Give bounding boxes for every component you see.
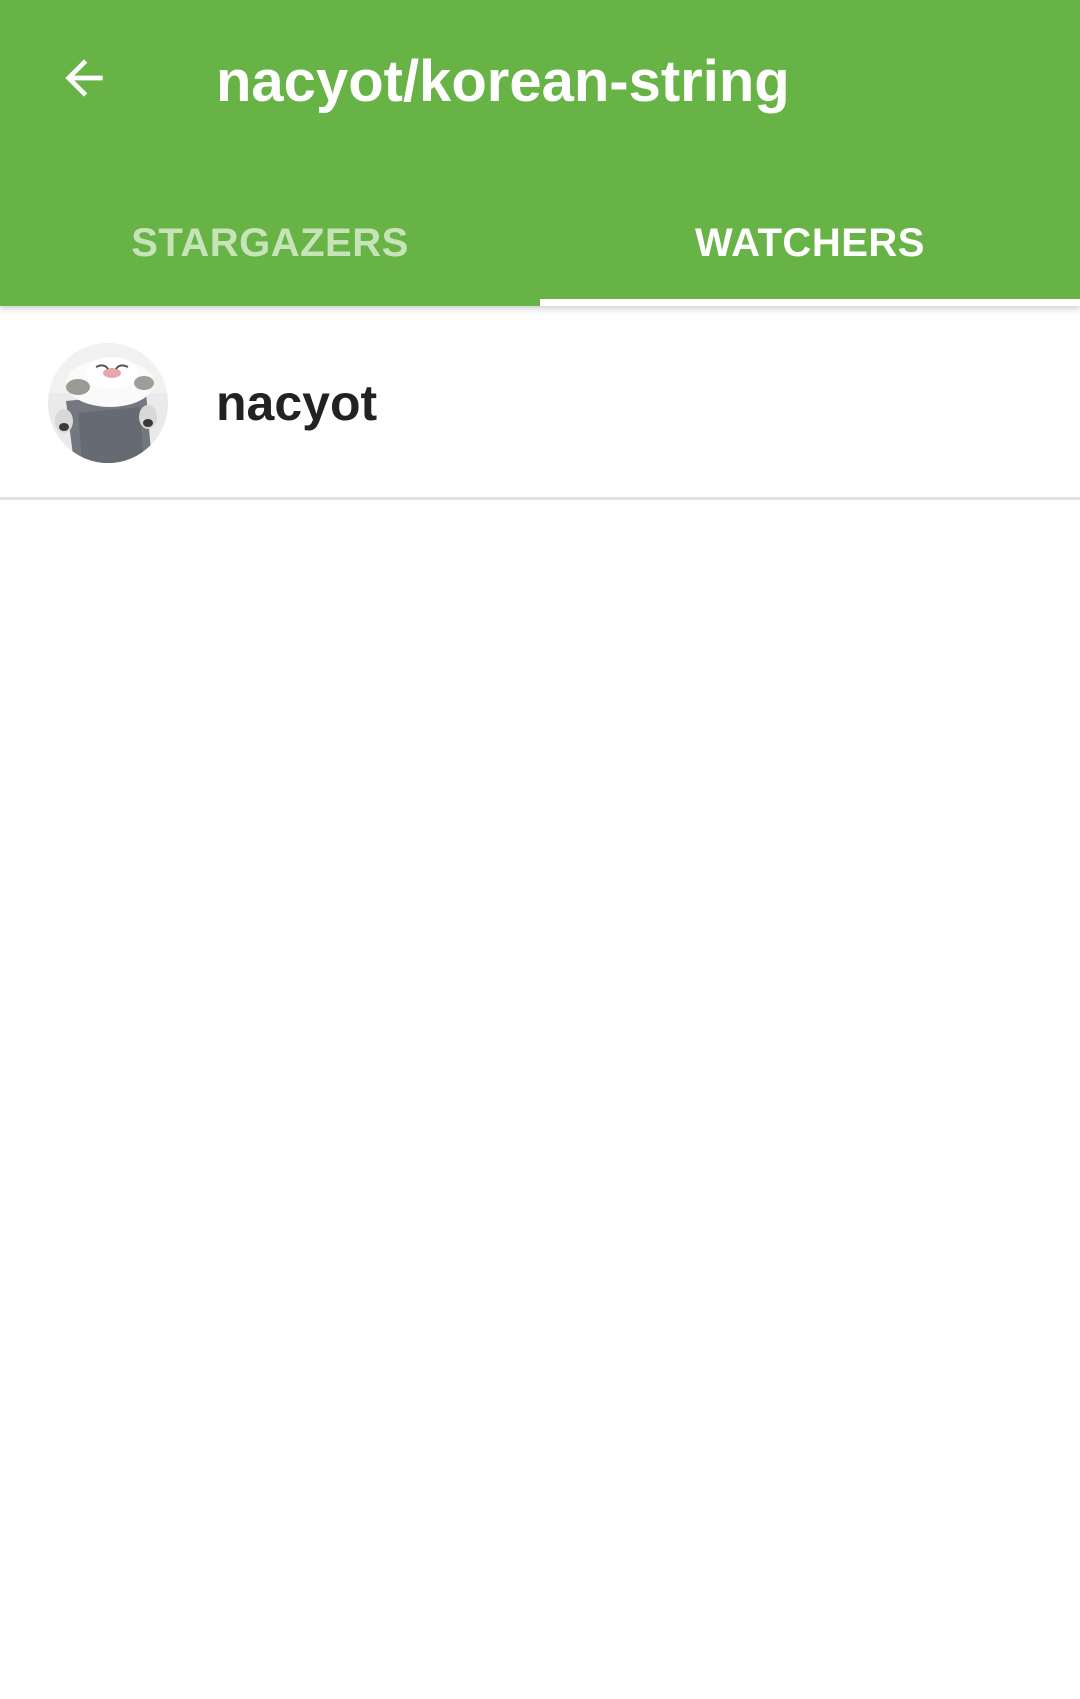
watchers-list: nacyot bbox=[0, 306, 1080, 500]
tab-watchers-label: WATCHERS bbox=[695, 220, 925, 265]
page-title: nacyot/korean-string bbox=[216, 49, 790, 114]
app-bar: nacyot/korean-string STARGAZERS WATCHERS bbox=[0, 0, 1080, 306]
tab-bar: STARGAZERS WATCHERS bbox=[0, 190, 1080, 306]
avatar bbox=[48, 343, 168, 463]
tab-stargazers-label: STARGAZERS bbox=[131, 220, 409, 265]
arrow-back-icon bbox=[56, 50, 112, 111]
app-screen: nacyot/korean-string STARGAZERS WATCHERS bbox=[0, 0, 1080, 1699]
tab-watchers[interactable]: WATCHERS bbox=[540, 190, 1080, 306]
back-button[interactable] bbox=[34, 30, 134, 130]
cat-photo-avatar bbox=[48, 343, 168, 463]
tab-stargazers[interactable]: STARGAZERS bbox=[0, 190, 540, 306]
watcher-username: nacyot bbox=[216, 375, 378, 431]
list-item[interactable]: nacyot bbox=[0, 306, 1080, 500]
selected-tab-indicator bbox=[540, 299, 1080, 306]
